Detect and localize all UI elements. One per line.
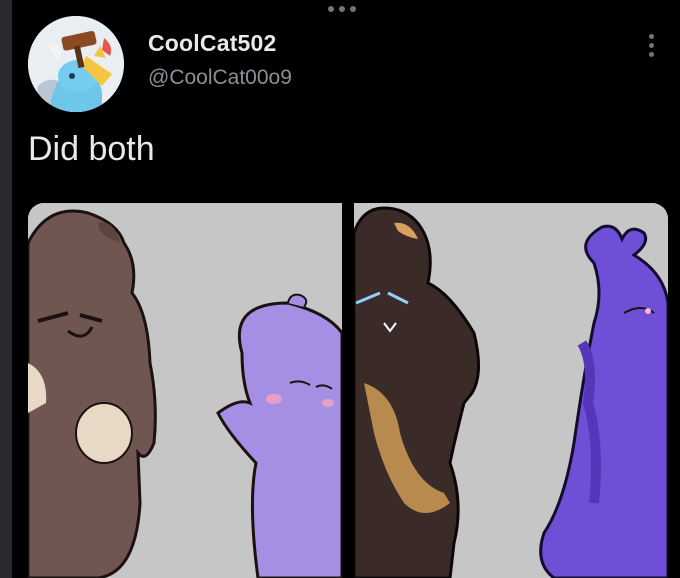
avatar[interactable] — [28, 16, 124, 112]
image-1-illustration — [28, 203, 342, 578]
tweet-image-2[interactable] — [354, 203, 668, 578]
more-options-icon[interactable] — [642, 30, 660, 60]
avatar-image — [28, 16, 124, 112]
image-2-illustration — [354, 203, 668, 578]
media-grid — [28, 203, 668, 578]
user-handle[interactable]: @CoolCat00o9 — [148, 66, 292, 90]
tweet-image-1[interactable] — [28, 203, 342, 578]
left-border — [0, 0, 12, 578]
display-name[interactable]: CoolCat502 — [148, 30, 277, 57]
tweet-text: Did both — [28, 130, 155, 168]
more-menu-icon[interactable] — [322, 6, 362, 18]
